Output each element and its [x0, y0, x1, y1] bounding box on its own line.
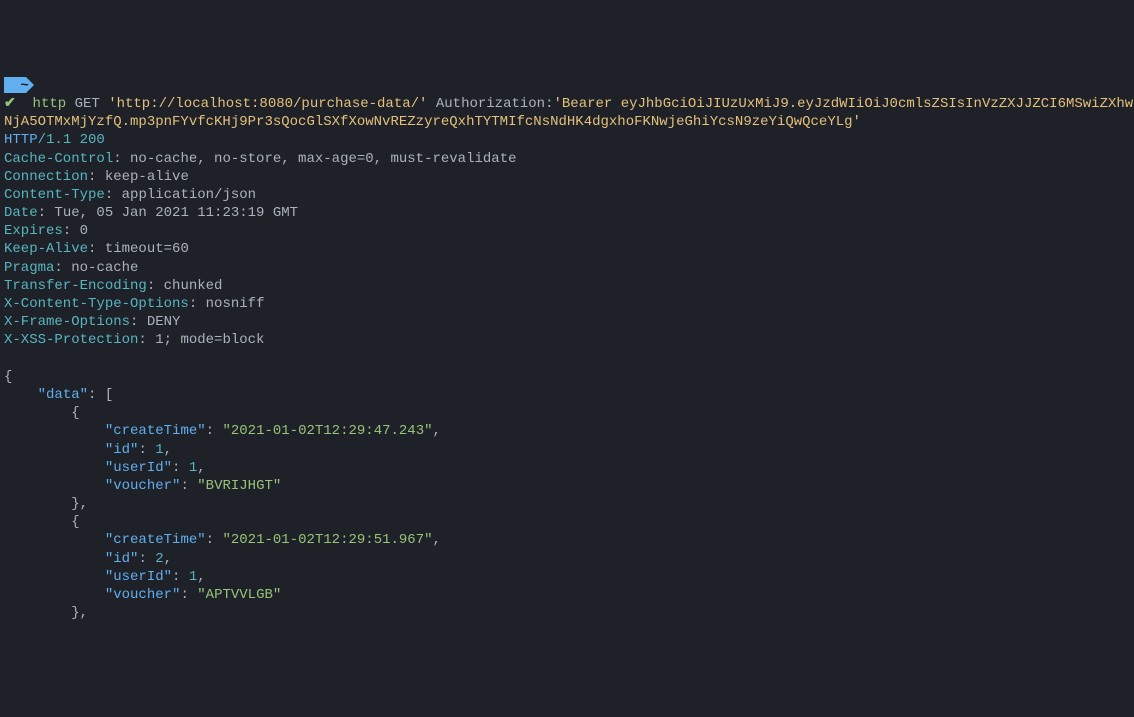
header-name: Date: [4, 205, 38, 221]
json-field: "voucher": "APTVVLGB": [4, 586, 1130, 604]
status-code: 200: [80, 132, 105, 148]
auth-header-name: Authorization:: [436, 96, 554, 112]
header-name: Content-Type: [4, 187, 105, 203]
response-header: Connection: keep-alive: [4, 168, 1130, 186]
blank-line: [4, 350, 1130, 368]
header-value: nosniff: [206, 296, 265, 312]
header-name: X-Frame-Options: [4, 314, 130, 330]
header-value: application/json: [122, 187, 256, 203]
header-value: timeout=60: [105, 241, 189, 257]
response-header: Keep-Alive: timeout=60: [4, 240, 1130, 258]
prompt-line-1: ~: [4, 77, 1130, 95]
json-field: "voucher": "BVRIJHGT": [4, 477, 1130, 495]
prompt-line-2[interactable]: ✔ http GET 'http://localhost:8080/purcha…: [4, 95, 1130, 113]
json-object-open: {: [4, 404, 1130, 422]
header-value: keep-alive: [105, 169, 189, 185]
tilde: ~: [20, 78, 28, 94]
response-header: X-Frame-Options: DENY: [4, 313, 1130, 331]
header-name: X-Content-Type-Options: [4, 296, 189, 312]
json-field: "id": 1,: [4, 441, 1130, 459]
json-field: "id": 2,: [4, 550, 1130, 568]
header-name: X-XSS-Protection: [4, 332, 138, 348]
auth-header-value-1: 'Bearer eyJhbGciOiJIUzUxMiJ9.eyJzdWIiOiJ…: [553, 96, 1134, 112]
header-name: Pragma: [4, 260, 54, 276]
header-value: DENY: [147, 314, 181, 330]
json-object-close: },: [4, 604, 1130, 622]
auth-header-value-2: NjA5OTMxMjYzfQ.mp3pnFYvfcKHj9Pr3sQocGlSX…: [4, 114, 861, 130]
header-name: Expires: [4, 223, 63, 239]
http-version: /1.1: [38, 132, 72, 148]
response-header: Pragma: no-cache: [4, 259, 1130, 277]
header-value: chunked: [164, 278, 223, 294]
json-data-key: "data": [: [4, 386, 1130, 404]
http-method: GET: [75, 96, 100, 112]
http-proto: HTTP: [4, 132, 38, 148]
json-field: "userId": 1,: [4, 568, 1130, 586]
json-open: {: [4, 368, 1130, 386]
status-line: HTTP/1.1 200: [4, 131, 1130, 149]
json-object-open: {: [4, 513, 1130, 531]
response-header: Cache-Control: no-cache, no-store, max-a…: [4, 150, 1130, 168]
response-header: Transfer-Encoding: chunked: [4, 277, 1130, 295]
header-name: Connection: [4, 169, 88, 185]
json-field: "createTime": "2021-01-02T12:29:47.243",: [4, 422, 1130, 440]
header-name: Transfer-Encoding: [4, 278, 147, 294]
json-object-close: },: [4, 495, 1130, 513]
response-header: Date: Tue, 05 Jan 2021 11:23:19 GMT: [4, 204, 1130, 222]
response-header: X-Content-Type-Options: nosniff: [4, 295, 1130, 313]
header-name: Keep-Alive: [4, 241, 88, 257]
header-value: no-cache, no-store, max-age=0, must-reva…: [130, 151, 516, 167]
http-command: http: [33, 96, 67, 112]
response-header: Expires: 0: [4, 222, 1130, 240]
header-value: 0: [80, 223, 88, 239]
header-value: 1; mode=block: [155, 332, 264, 348]
header-value: Tue, 05 Jan 2021 11:23:19 GMT: [54, 205, 298, 221]
json-field: "userId": 1,: [4, 459, 1130, 477]
prompt-line-3: NjA5OTMxMjYzfQ.mp3pnFYvfcKHj9Pr3sQocGlSX…: [4, 113, 1130, 131]
header-value: no-cache: [71, 260, 138, 276]
json-field: "createTime": "2021-01-02T12:29:51.967",: [4, 531, 1130, 549]
check-icon: ✔: [4, 96, 16, 112]
response-header: Content-Type: application/json: [4, 186, 1130, 204]
request-url: 'http://localhost:8080/purchase-data/': [108, 96, 427, 112]
response-header: X-XSS-Protection: 1; mode=block: [4, 331, 1130, 349]
prompt-arrow-icon: [4, 77, 34, 93]
header-name: Cache-Control: [4, 151, 113, 167]
